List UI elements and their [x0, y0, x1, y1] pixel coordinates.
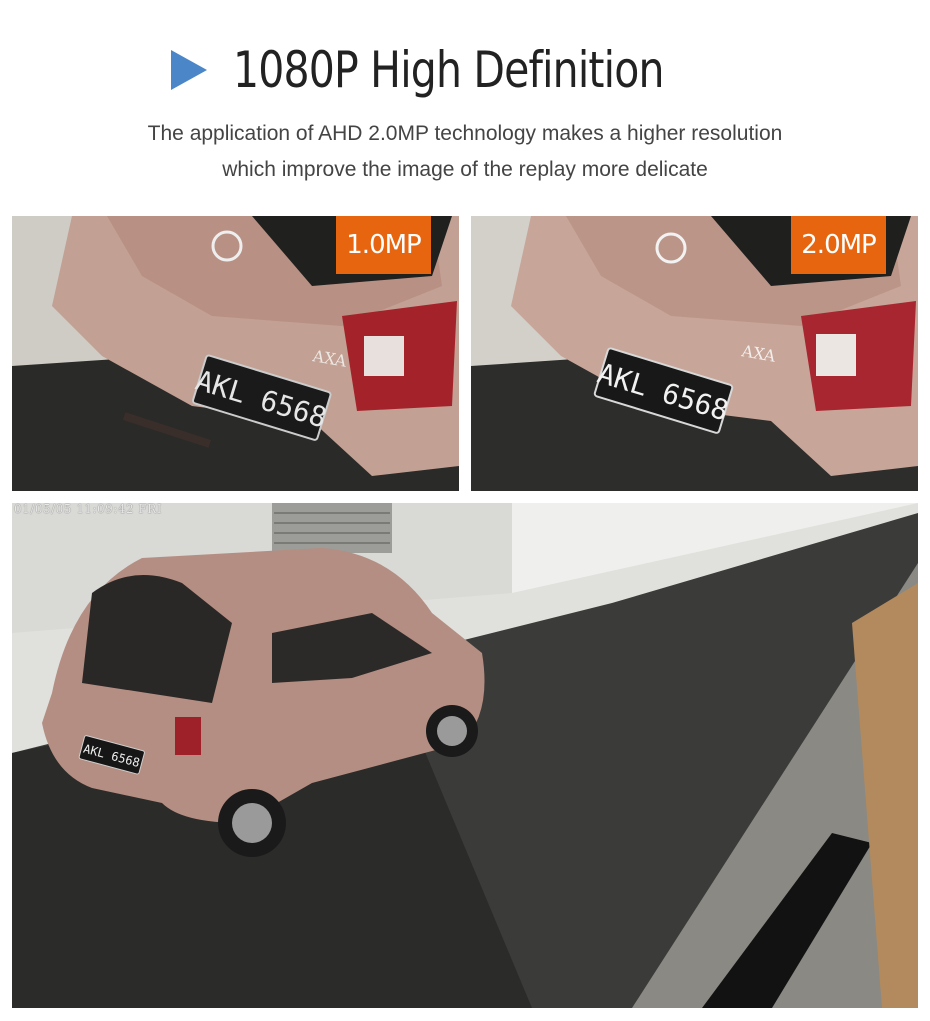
camera-timestamp: 01/05/05 11:09:42 FRI: [14, 502, 163, 516]
page-header: 1080P High Definition: [0, 30, 930, 110]
badge-2mp: 2.0MP: [791, 216, 886, 274]
street-car-photo: AKL 6568: [12, 503, 918, 1008]
subtitle-line-1: The application of AHD 2.0MP technology …: [147, 122, 783, 145]
play-icon: [171, 50, 208, 90]
overview-image: AKL 6568: [12, 503, 918, 1008]
badge-1mp: 1.0MP: [336, 216, 431, 274]
page-subtitle: The application of AHD 2.0MP technology …: [0, 116, 930, 188]
comparison-image-1mp: AKL 6568 AXA 1.0MP: [12, 216, 459, 491]
page-title: 1080P High Definition: [233, 41, 665, 99]
subtitle-line-2: which improve the image of the replay mo…: [222, 158, 708, 181]
comparison-image-2mp: AKL 6568 AXA 2.0MP: [471, 216, 918, 491]
